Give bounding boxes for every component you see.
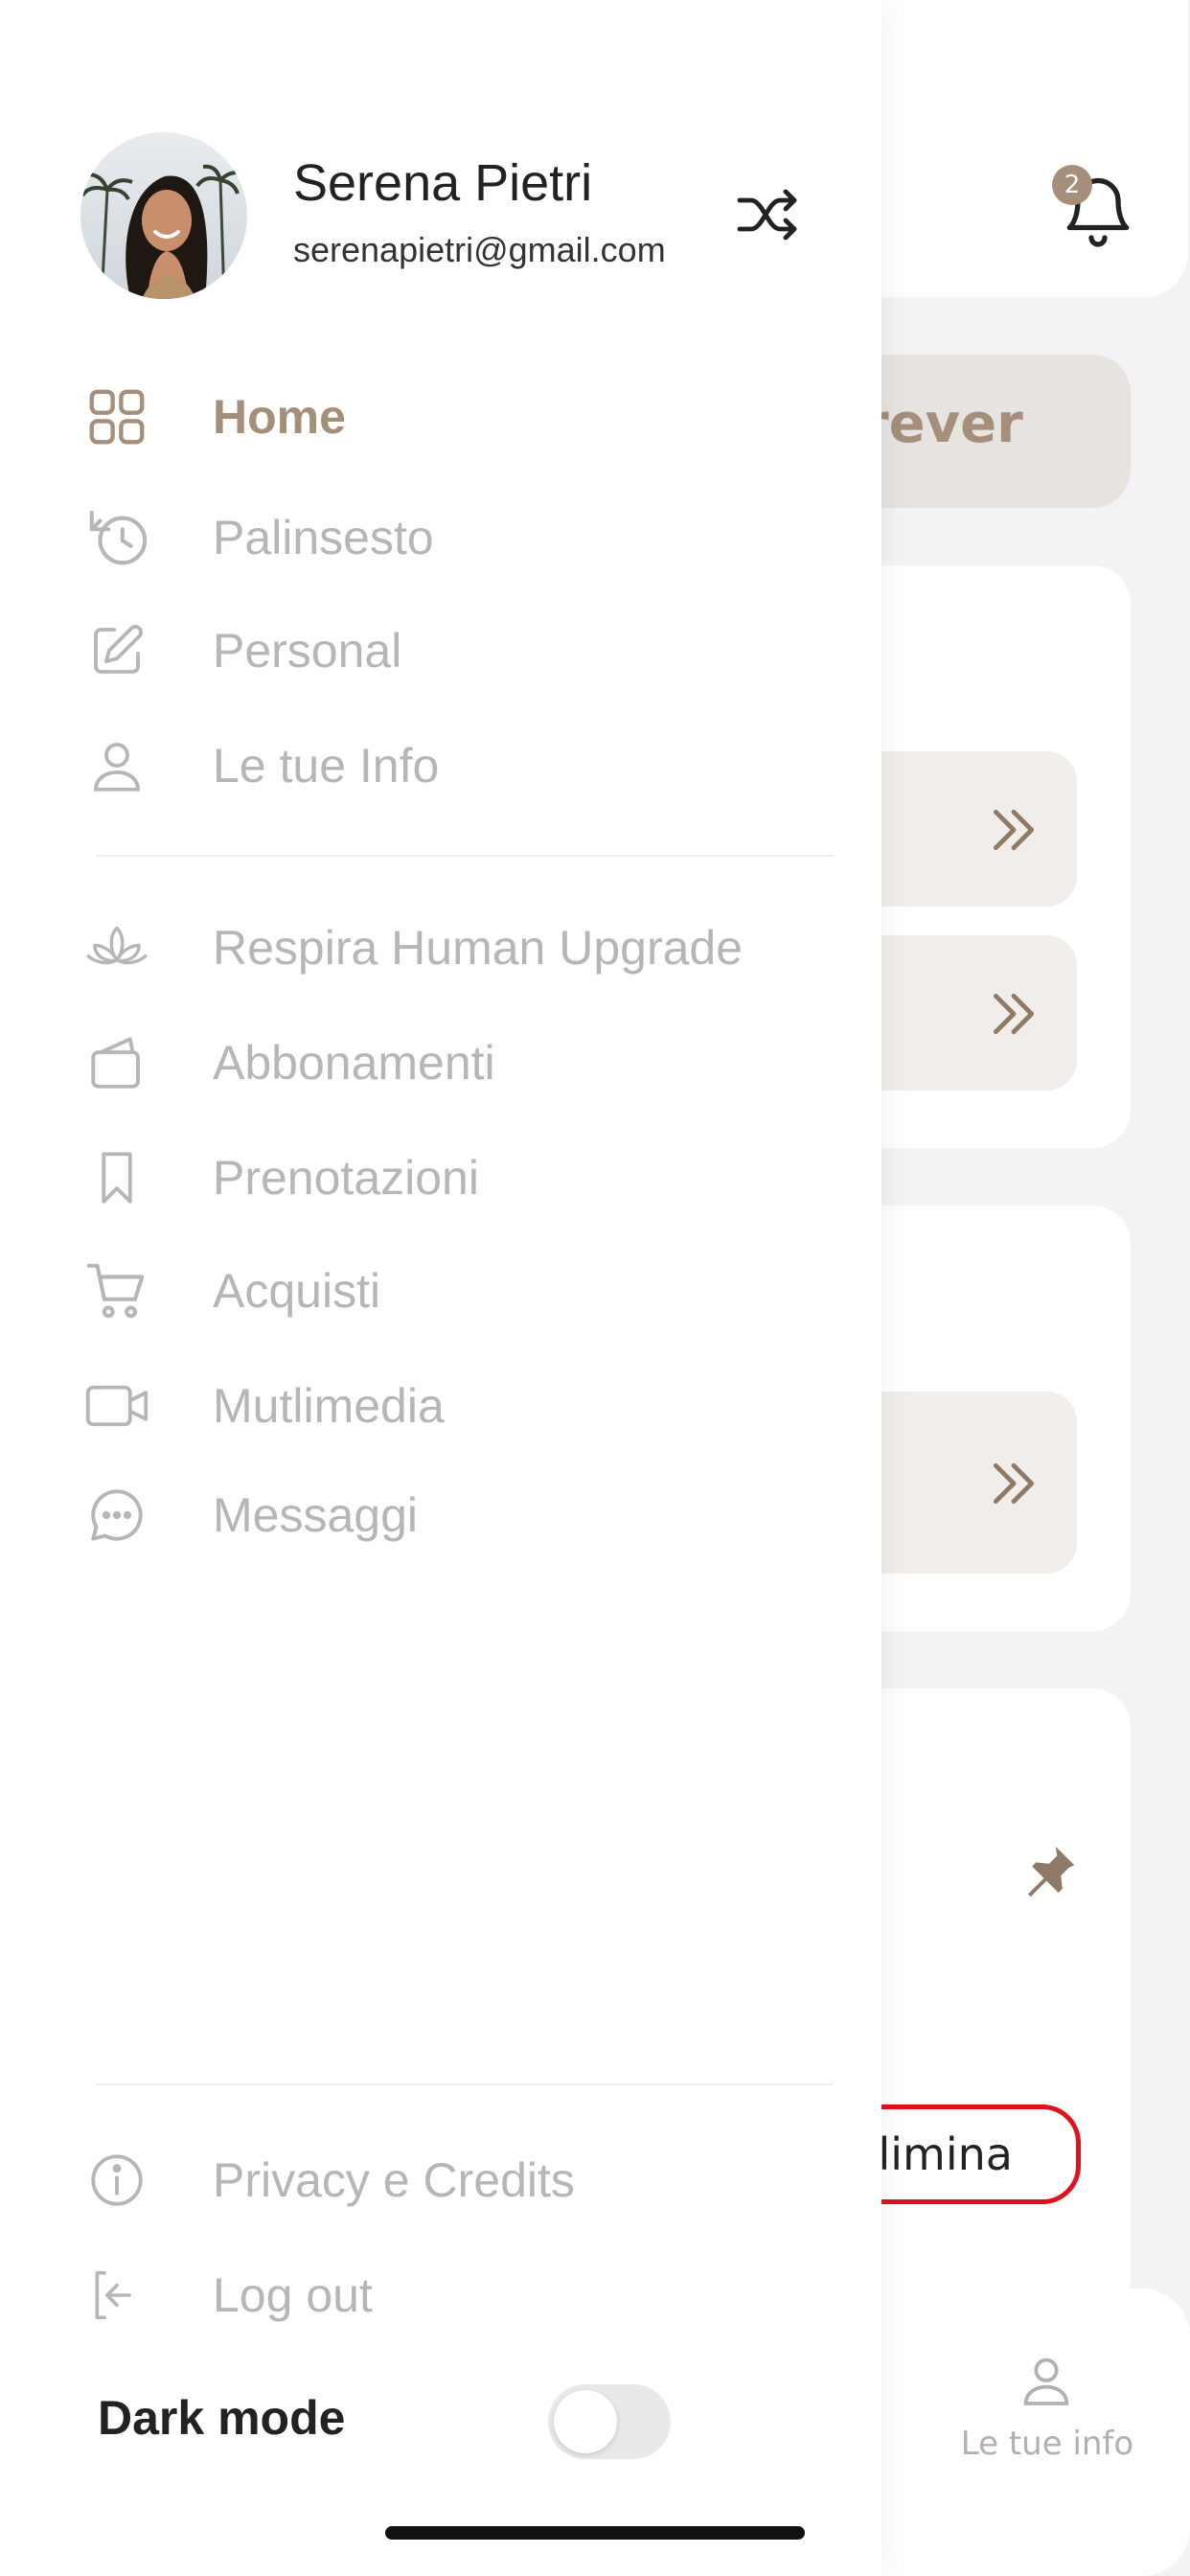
nav-label: Prenotazioni	[213, 1151, 479, 1205]
notification-badge: 2	[1052, 165, 1092, 205]
chevron-double-right-icon	[993, 993, 1035, 1035]
chevron-double-right-icon	[993, 1462, 1035, 1505]
nav-item-palinsesto[interactable]: Palinsesto	[82, 494, 434, 581]
bookmark-icon	[82, 1143, 151, 1212]
toggle-knob	[554, 2390, 617, 2453]
logout-icon	[82, 2261, 151, 2330]
nav-item-abbonamenti[interactable]: Abbonamenti	[82, 1020, 495, 1106]
nav-label: Respira Human Upgrade	[213, 921, 744, 975]
pin-icon[interactable]	[1018, 1840, 1081, 1903]
nav-item-logout[interactable]: Log out	[82, 2252, 373, 2338]
user-email: serenapietri@gmail.com	[293, 230, 666, 269]
nav-item-prenotazioni[interactable]: Prenotazioni	[82, 1135, 479, 1221]
shuffle-icon[interactable]	[734, 180, 803, 249]
user-icon	[82, 731, 151, 800]
nav-item-multimedia[interactable]: Mutlimedia	[82, 1363, 445, 1449]
video-icon	[82, 1371, 151, 1440]
tab-le-tue-info[interactable]: Le tue info	[958, 2425, 1136, 2463]
nav-label: Log out	[213, 2268, 373, 2322]
grid-icon	[82, 382, 151, 451]
nav-label: Le tue Info	[213, 739, 440, 793]
nav-label: Personal	[213, 624, 402, 678]
user-icon[interactable]	[1016, 2350, 1077, 2411]
nav-label: Acquisti	[213, 1264, 381, 1318]
nav-label: Privacy e Credits	[213, 2153, 575, 2207]
user-name: Serena Pietri	[293, 154, 593, 212]
chevron-double-right-icon	[993, 809, 1035, 851]
cart-icon	[82, 1256, 151, 1325]
nav-item-le-tue-info[interactable]: Le tue Info	[82, 723, 439, 809]
edit-icon	[82, 616, 151, 685]
nav-item-messaggi[interactable]: Messaggi	[82, 1472, 418, 1558]
nav-item-home[interactable]: Home	[82, 374, 346, 460]
nav-label: Abbonamenti	[213, 1036, 495, 1090]
home-indicator	[385, 2526, 805, 2540]
nav-label: Messaggi	[213, 1488, 418, 1542]
lotus-icon	[82, 913, 151, 982]
info-icon	[82, 2146, 151, 2215]
banner-pill-text: rever	[862, 393, 1023, 455]
divider	[96, 855, 834, 857]
nav-item-privacy[interactable]: Privacy e Credits	[82, 2137, 575, 2223]
dark-mode-label: Dark mode	[98, 2391, 346, 2445]
divider	[96, 2083, 834, 2085]
chat-icon	[82, 1481, 151, 1550]
avatar[interactable]	[80, 132, 247, 299]
nav-item-personal[interactable]: Personal	[82, 608, 401, 694]
history-icon	[82, 503, 151, 572]
wallet-icon	[82, 1028, 151, 1097]
nav-label: Home	[213, 390, 346, 444]
nav-item-respira[interactable]: Respira Human Upgrade	[82, 905, 743, 991]
side-drawer: Serena Pietri serenapietri@gmail.com Hom…	[0, 0, 881, 2576]
nav-item-acquisti[interactable]: Acquisti	[82, 1248, 380, 1334]
nav-label: Mutlimedia	[213, 1379, 445, 1433]
nav-label: Palinsesto	[213, 511, 434, 564]
